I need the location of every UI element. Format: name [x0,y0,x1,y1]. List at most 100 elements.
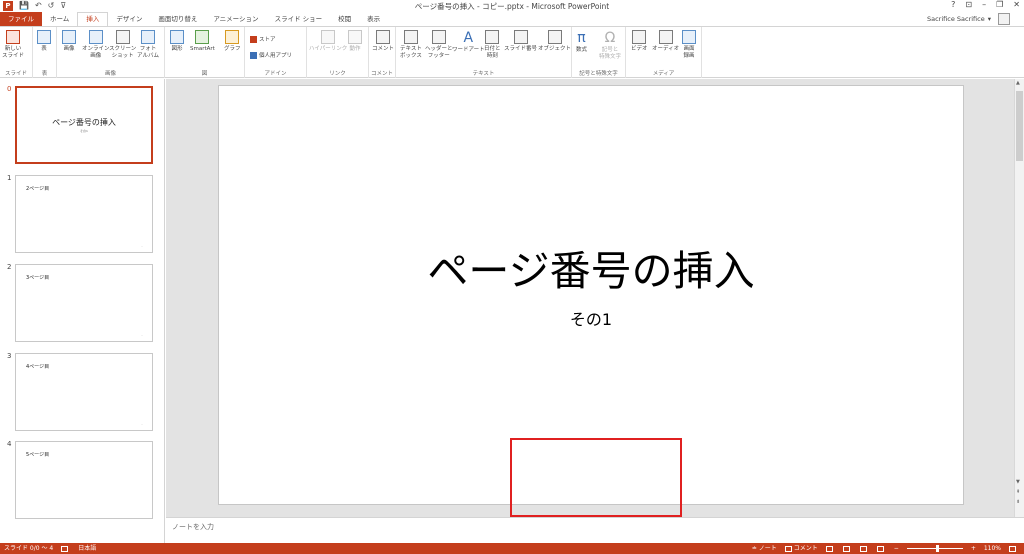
group-label-table: 表 [41,71,48,77]
slide-title[interactable]: ページ番号の挿入 [219,245,963,297]
comment-button[interactable]: コメント [372,30,394,53]
slide-thumbnail-1[interactable]: 2ページ目 ‥ [15,175,153,253]
zoom-out-icon[interactable]: − [894,543,899,554]
zoom-level[interactable]: 110% [984,543,1001,554]
camera-icon [115,30,130,44]
slide-number-label: スライド番号 [504,46,538,52]
equation-button[interactable]: π 数式 [576,30,587,54]
previous-slide-icon[interactable]: ⇞ [1016,489,1020,495]
shapes-button[interactable]: 図形 [170,30,184,53]
slide-subtitle[interactable]: その1 [219,310,963,330]
restore-icon[interactable]: ❐ [996,0,1003,9]
vertical-scrollbar[interactable]: ▲ ▼ ⇞ ⇟ [1014,79,1024,517]
date-time-label: 日付と 時刻 [484,46,501,59]
video-label: ビデオ [631,46,648,52]
textbox-button[interactable]: テキスト ボックス [400,30,422,60]
normal-view-icon[interactable] [825,545,833,552]
store-icon [250,35,257,43]
slideshow-icon[interactable] [876,545,884,552]
scroll-down-icon[interactable]: ▼ [1016,479,1020,485]
thumb-text: 4ページ目 [26,364,50,370]
zoom-slider-knob[interactable] [935,545,939,552]
tab-home[interactable]: ホーム [42,12,77,26]
date-time-button[interactable]: 日付と 時刻 [484,30,501,60]
new-slide-button[interactable]: 新しい スライド [2,30,24,60]
group-label-text: テキスト [472,71,495,77]
slide-sorter-icon[interactable] [842,545,850,552]
comments-toggle-label: コメント [793,545,818,552]
user-account[interactable]: Sacrifice Sacrifice ▾ [927,12,1010,26]
scrollbar-thumb[interactable] [1016,91,1023,161]
next-slide-icon[interactable]: ⇟ [1016,499,1020,505]
store-button[interactable]: ストア [250,35,276,43]
hyperlink-button[interactable]: ハイパーリンク [309,30,347,53]
zoom-in-icon[interactable]: + [971,543,976,554]
screen-recording-button[interactable]: 画面 録画 [682,30,696,60]
photo-album-button[interactable]: フォト アルバム [137,30,159,60]
tab-transitions[interactable]: 画面切り替え [150,12,205,26]
help-icon[interactable]: ? [951,0,955,9]
title-bar: P 💾 ↶ ↺ ⊽ ページ番号の挿入 - コピー.pptx - Microsof… [0,0,1024,12]
highlight-rectangle [510,438,682,517]
thumb-number: 3 [7,352,12,360]
tab-view[interactable]: 表示 [359,12,388,26]
smartart-button[interactable]: SmartArt [190,30,215,53]
fit-slide-icon[interactable] [1009,545,1016,552]
minimize-icon[interactable]: – [982,0,986,9]
chart-button[interactable]: グラフ [224,30,241,53]
ribbon-display-icon[interactable]: ⊡ [965,0,972,9]
group-apps: ストア 個人用アプリ アドイン [245,27,307,78]
online-pictures-button[interactable]: オンライン 画像 [82,30,110,60]
group-symbols: π 数式 Ω 記号と 特殊文字 記号と特殊文字 [572,27,626,78]
screen-recording-label: 画面 録画 [683,46,695,59]
screenshot-label: スクリーン ショット [109,46,137,59]
slide-number-button[interactable]: スライド番号 [504,30,537,53]
spellcheck-icon[interactable] [61,545,69,552]
tab-file[interactable]: ファイル [0,12,42,26]
thumb-number: 0 [7,85,12,93]
tab-review[interactable]: 校閲 [330,12,359,26]
notes-toggle[interactable]: ≐ ノート [752,543,777,554]
slide-counter: スライド 0/0 ～ 4 [4,545,54,552]
omega-icon: Ω [604,30,616,46]
table-button[interactable]: 表 [37,30,51,53]
action-button[interactable]: 動作 [348,30,362,53]
tab-animations[interactable]: アニメーション [205,12,266,26]
pictures-button[interactable]: 画像 [62,30,76,53]
symbol-button[interactable]: Ω 記号と 特殊文字 [599,30,621,61]
window-controls: ? ⊡ – ❐ ✕ [951,0,1020,9]
group-media: ビデオ オーディオ 画面 録画 メディア [626,27,702,78]
slide-thumbnail-0[interactable]: ページ番号の挿入 その1 [15,86,153,164]
wordart-button[interactable]: A ワードアート [452,30,485,54]
screenshot-button[interactable]: スクリーン ショット [109,30,136,60]
slide-number-icon [513,30,528,44]
comment-label: コメント [372,46,395,52]
object-button[interactable]: オブジェクト [538,30,571,53]
notes-pane[interactable]: ノートを入力 [166,517,1024,543]
table-label: 表 [41,46,47,52]
pi-icon: π [577,30,586,46]
audio-button[interactable]: オーディオ [652,30,679,53]
zoom-slider[interactable] [906,545,963,552]
video-button[interactable]: ビデオ [631,30,648,53]
thumb-subtitle: その1 [80,129,88,133]
slide-thumbnail-pane: 0 ページ番号の挿入 その1 1 2ページ目 ‥ 2 3ページ目 ‥ 3 4ペー… [0,79,165,543]
comments-toggle[interactable]: コメント [784,543,818,554]
group-label-images: 画像 [104,71,116,77]
avatar[interactable] [998,13,1010,25]
header-footer-button[interactable]: ヘッダーと フッター [425,30,453,60]
thumb-page-mark: ‥ [140,244,143,248]
tab-slideshow[interactable]: スライド ショー [267,12,331,26]
language-indicator[interactable]: 日本語 [78,543,96,554]
scroll-up-icon[interactable]: ▲ [1016,80,1020,86]
slide-thumbnail-4[interactable]: 5ページ目 [15,441,153,519]
tab-insert[interactable]: 挿入 [77,12,109,26]
my-apps-button[interactable]: 個人用アプリ [250,51,292,59]
speaker-icon [658,30,673,44]
reading-view-icon[interactable] [859,545,867,552]
pictures-label: 画像 [63,46,75,52]
slide-thumbnail-3[interactable]: 4ページ目 ‥ [15,353,153,431]
slide-thumbnail-2[interactable]: 3ページ目 ‥ [15,264,153,342]
tab-design[interactable]: デザイン [108,12,150,26]
close-icon[interactable]: ✕ [1013,0,1020,9]
